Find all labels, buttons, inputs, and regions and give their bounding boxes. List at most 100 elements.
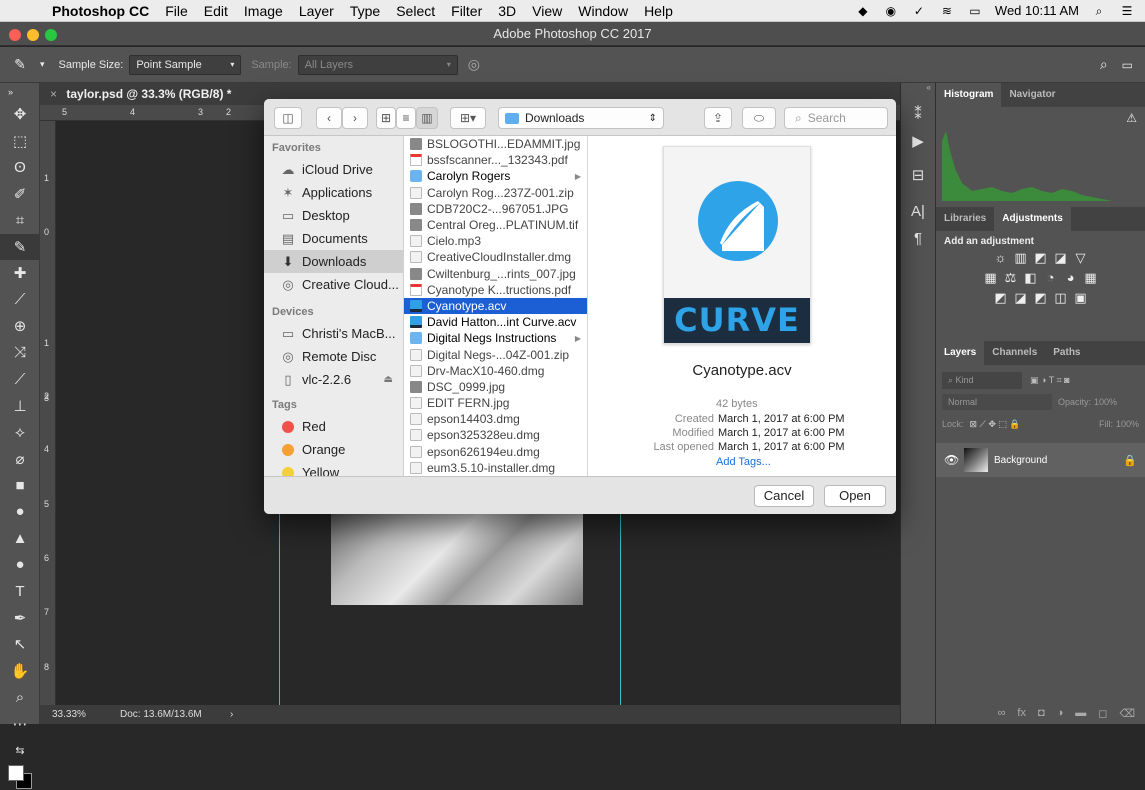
threshold-icon[interactable]: ◩	[1033, 291, 1049, 305]
curves-icon[interactable]: ◩	[1033, 251, 1049, 265]
menu-file[interactable]: File	[157, 3, 196, 19]
channel-mixer-icon[interactable]: ◕	[1063, 271, 1079, 285]
search-icon[interactable]: ⌕	[1100, 56, 1108, 73]
sidebar-item-vlc[interactable]: ▯vlc-2.2.6⏏	[264, 368, 403, 391]
collapse-toolbar-icon[interactable]: »	[0, 83, 40, 101]
open-button[interactable]: Open	[824, 485, 886, 507]
collapse-panels-icon[interactable]: «	[901, 83, 935, 101]
eject-icon[interactable]: ⏏	[384, 374, 393, 385]
sidebar-item-macbook[interactable]: ▭Christi's MacB...	[264, 322, 403, 345]
type-tool-icon[interactable]: ●	[0, 499, 40, 526]
hue-saturation-icon[interactable]: ▦	[983, 271, 999, 285]
tab-adjustments[interactable]: Adjustments	[994, 207, 1071, 231]
list-view-button[interactable]: ≡	[396, 107, 416, 129]
sidebar-item-downloads[interactable]: ⬇Downloads	[264, 250, 403, 273]
sidebar-item-icloud-drive[interactable]: ☁iCloud Drive	[264, 158, 403, 181]
status-menu-chevron-icon[interactable]: ›	[230, 709, 233, 720]
new-adjustment-icon[interactable]: ◑	[1057, 707, 1064, 719]
wifi-icon[interactable]: ≋	[939, 4, 955, 18]
sidebar-item-creative-cloud[interactable]: ◎Creative Cloud...	[264, 273, 403, 296]
zoom-level[interactable]: 33.33%	[40, 709, 120, 720]
sidebar-item-applications[interactable]: ✶Applications	[264, 181, 403, 204]
fx-icon[interactable]: fx	[1017, 707, 1026, 719]
document-image[interactable]	[331, 505, 583, 605]
sidebar-item-documents[interactable]: ▤Documents	[264, 227, 403, 250]
warning-icon[interactable]: ⚠	[1126, 111, 1137, 125]
file-row[interactable]: CDB720C2-...967051.JPG	[404, 201, 587, 217]
actions-panel-icon[interactable]: ▶	[901, 128, 935, 155]
brightness-contrast-icon[interactable]: ☼	[993, 251, 1009, 265]
tab-histogram[interactable]: Histogram	[936, 83, 1001, 107]
pen-tool-icon[interactable]: ■	[0, 472, 40, 499]
layer-name[interactable]: Background	[994, 455, 1047, 466]
sidebar-item-remote-disc[interactable]: ◎Remote Disc	[264, 345, 403, 368]
kind-filter-select[interactable]: ⌕ Kind	[942, 372, 1022, 389]
sidebar-tag-yellow[interactable]: Yellow	[264, 461, 403, 476]
creative-cloud-icon[interactable]: ◉	[883, 4, 899, 18]
text-tool-icon[interactable]: T	[0, 578, 40, 605]
brush-tool-icon[interactable]: ⟋	[0, 287, 40, 314]
file-row[interactable]: Cwiltenburg_...rints_007.jpg	[404, 266, 587, 282]
checkmark-icon[interactable]: ✓	[911, 4, 927, 18]
dodge-tool-icon[interactable]: ⌀	[0, 446, 40, 473]
new-layer-icon[interactable]: ◻	[1098, 707, 1107, 720]
new-group-icon[interactable]: ▬	[1075, 707, 1086, 719]
invert-icon[interactable]: ◩	[993, 291, 1009, 305]
properties-panel-icon[interactable]: ⊟	[901, 162, 935, 189]
levels-icon[interactable]: ▥	[1013, 251, 1029, 265]
share-button[interactable]: ⇪	[704, 107, 732, 129]
zoom-window-button[interactable]	[45, 29, 57, 41]
column-view-button[interactable]: ▥	[416, 107, 438, 129]
filter-icons[interactable]: ▣ ◑ T ⌗ ◙	[1030, 375, 1070, 386]
forward-button[interactable]: ›	[342, 107, 368, 129]
back-button[interactable]: ‹	[316, 107, 342, 129]
character-panel-icon[interactable]: A|	[901, 199, 935, 226]
layer-row-background[interactable]: 👁 Background 🔒	[936, 443, 1145, 477]
gradient-tool-icon[interactable]: ⊥	[0, 393, 40, 420]
file-row[interactable]: Digital Negs-...04Z-001.zip	[404, 346, 587, 362]
exposure-icon[interactable]: ◪	[1053, 251, 1069, 265]
file-row[interactable]: epson14403.dmg	[404, 411, 587, 427]
search-field[interactable]: ⌕ Search	[784, 107, 888, 129]
sidebar-tag-orange[interactable]: Orange	[264, 438, 403, 461]
add-tags-link[interactable]: Add Tags...	[716, 456, 771, 468]
ruler-vertical[interactable]: 1 0 1 2 3 4 5 6 7 8	[40, 121, 56, 705]
trash-icon[interactable]: ⌫	[1119, 707, 1135, 720]
icon-view-button[interactable]: ⊞	[376, 107, 396, 129]
path-selection-tool-icon[interactable]: ▲	[0, 525, 40, 552]
color-balance-icon[interactable]: ⚖	[1003, 271, 1019, 285]
move-tool-icon[interactable]: ✥	[0, 101, 40, 128]
gradient-map-icon[interactable]: ◫	[1053, 291, 1069, 305]
arrange-button[interactable]: ⊞▾	[450, 107, 486, 129]
file-row[interactable]: Drv-MacX10-460.dmg	[404, 363, 587, 379]
tab-libraries[interactable]: Libraries	[936, 207, 994, 231]
close-document-icon[interactable]: ×	[50, 87, 57, 101]
file-row[interactable]: epson626194eu.dmg	[404, 444, 587, 460]
file-row[interactable]: Carolyn Rog...237Z-001.zip	[404, 185, 587, 201]
vibrance-icon[interactable]: ▽	[1073, 251, 1089, 265]
eye-visibility-icon[interactable]: 👁	[944, 453, 964, 467]
quick-selection-tool-icon[interactable]: ✐	[0, 181, 40, 208]
opacity-value[interactable]: 100%	[1094, 397, 1117, 407]
add-mask-icon[interactable]: ◘	[1038, 707, 1045, 719]
menu-layer[interactable]: Layer	[291, 3, 342, 19]
eyedropper-icon[interactable]: ✎	[0, 56, 40, 73]
posterize-icon[interactable]: ◪	[1013, 291, 1029, 305]
history-brush-tool-icon[interactable]: ⤨	[0, 340, 40, 367]
menu-help[interactable]: Help	[636, 3, 681, 19]
workspace-icon[interactable]: ▭	[1122, 58, 1133, 72]
file-row[interactable]: CreativeCloudInstaller.dmg	[404, 249, 587, 265]
notification-center-icon[interactable]: ☰	[1119, 4, 1135, 18]
menu-view[interactable]: View	[524, 3, 570, 19]
file-row[interactable]: Central Oreg...PLATINUM.tif	[404, 217, 587, 233]
menu-3d[interactable]: 3D	[490, 3, 524, 19]
menu-edit[interactable]: Edit	[196, 3, 236, 19]
file-row[interactable]: BSLOGOTHI...EDAMMIT.jpg	[404, 136, 587, 152]
link-layers-icon[interactable]: ∞	[998, 707, 1006, 719]
tags-button[interactable]: ⬭	[742, 107, 776, 129]
paragraph-panel-icon[interactable]: ¶	[901, 225, 935, 252]
cancel-button[interactable]: Cancel	[754, 485, 814, 507]
tool-preset-chevron-icon[interactable]: ▾	[40, 59, 45, 70]
hand-tool-icon[interactable]: ✋	[0, 658, 40, 685]
file-row[interactable]: DSC_0999.jpg	[404, 379, 587, 395]
